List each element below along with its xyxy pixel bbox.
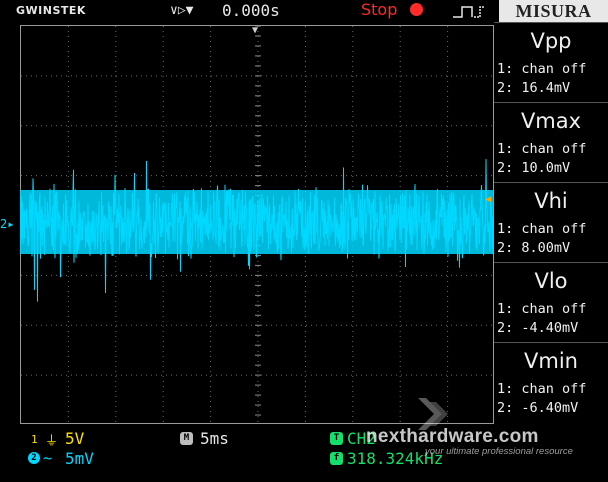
ch1-number: 1 [31,433,38,446]
measurement-vhi[interactable]: Vhi 1: chan off 2: 8.00mV [494,182,608,260]
measurement-ch1-value: 1: chan off [497,301,587,317]
measurement-vpp[interactable]: Vpp 1: chan off 2: 16.4mV [494,22,608,100]
run-state-label: Stop [361,0,398,19]
time-position-readout: 0.000s [222,1,280,20]
timebase-readout[interactable]: 5ms [200,429,229,448]
timebase-icon: M [180,432,193,445]
trigger-edge-icon [453,6,485,18]
measurement-ch1-value: 1: chan off [497,221,587,237]
trigger-level-marker[interactable]: ◀ [485,194,491,205]
measurement-ch1-value: 1: chan off [497,381,587,397]
measurement-ch1-value: 1: chan off [497,141,587,157]
measurement-vmax[interactable]: Vmax 1: chan off 2: 10.0mV [494,102,608,180]
top-status-bar: GWINSTEK ∨▷▼ 0.000s Stop [0,0,500,22]
measurement-vmin[interactable]: Vmin 1: chan off 2: -6.40mV [494,342,608,420]
watermark-tagline: your ultimate professional resource [425,446,573,457]
measurement-ch2-value: 2: 8.00mV [497,240,571,256]
ch1-scale[interactable]: 5V [65,429,84,448]
measurement-title: Vlo [534,269,568,293]
ch2-number-badge: 2 [28,452,40,464]
trigger-source-icon: T [330,432,343,445]
watermark-site-name: nexthardware.com [366,426,539,447]
misura-badge: MISURA [499,0,608,22]
ch2-waveform-trace [20,159,494,302]
brand-logo: GWINSTEK [16,4,86,17]
measurement-vlo[interactable]: Vlo 1: chan off 2: -4.40mV [494,262,608,340]
measurement-title: Vmin [524,349,578,373]
ground-coupling-icon: ⏚ [45,434,59,449]
measurement-ch1-value: 1: chan off [497,61,587,77]
measurement-ch2-value: 2: -4.40mV [497,320,579,336]
measurement-ch2-value: 2: 16.4mV [497,80,571,96]
trigger-position-marker: ▼ [252,25,259,36]
measurement-title: Vpp [530,29,572,53]
ch2-scale[interactable]: 5mV [65,449,94,468]
ac-coupling-icon: ~ [43,449,53,467]
frequency-icon: f [330,452,343,465]
trigger-mode-icons: ∨▷▼ [170,3,194,18]
measurement-ch2-value: 2: -6.40mV [497,400,579,416]
measurement-ch2-value: 2: 10.0mV [497,160,571,176]
stop-indicator-icon [410,3,423,16]
measurement-title: Vmax [520,109,582,133]
ch2-ground-marker[interactable]: 2▸ [0,217,14,231]
measurement-title: Vhi [534,189,568,213]
